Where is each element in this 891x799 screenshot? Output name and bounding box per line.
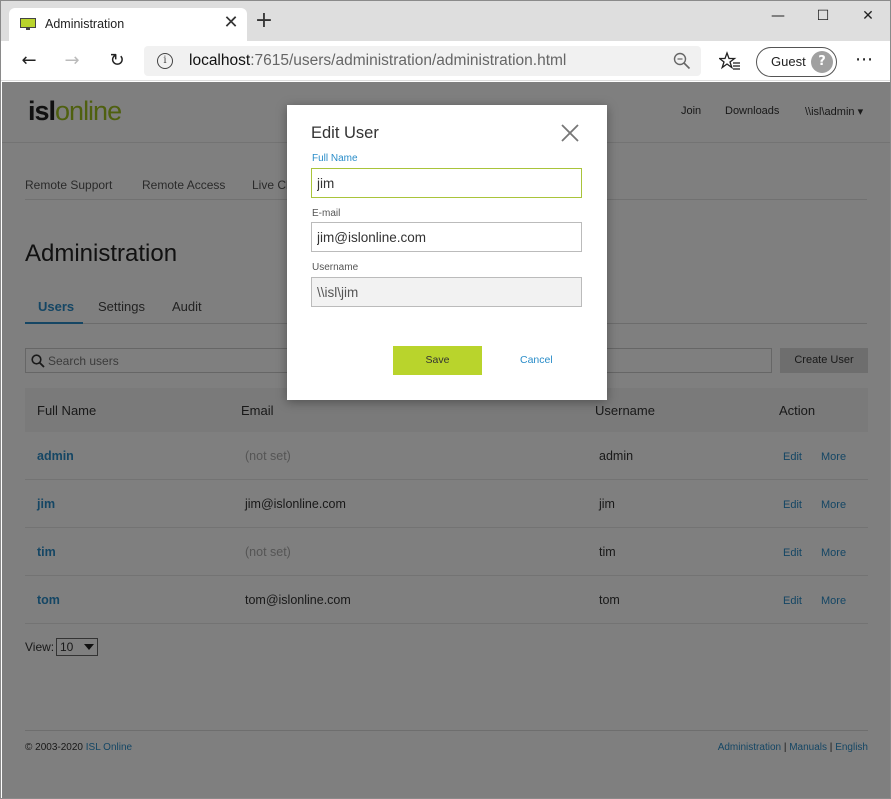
back-arrow-icon[interactable]: ← xyxy=(17,49,41,73)
dialog-title: Edit User xyxy=(311,124,379,142)
browser-window: Administration ✕ + — ☐ ✕ ← → ↻ i localho… xyxy=(0,0,891,799)
refresh-icon[interactable]: ↻ xyxy=(105,49,129,73)
address-bar[interactable]: i localhost:7615/users/administration/ad… xyxy=(144,46,701,76)
avatar-icon: ? xyxy=(811,51,833,73)
maximize-icon[interactable]: ☐ xyxy=(811,8,835,28)
close-icon[interactable] xyxy=(559,122,581,144)
edit-user-dialog: Edit User Full Name E-mail Username Save… xyxy=(287,105,607,400)
email-input[interactable] xyxy=(311,222,582,252)
full-name-input[interactable] xyxy=(311,168,582,198)
username-label: Username xyxy=(312,262,359,273)
more-menu-icon[interactable]: ⋯ xyxy=(853,49,875,73)
forward-arrow-icon[interactable]: → xyxy=(60,49,84,73)
favorites-star-icon[interactable] xyxy=(719,51,741,73)
url-text[interactable]: localhost:7615/users/administration/admi… xyxy=(189,52,566,70)
save-button[interactable]: Save xyxy=(393,346,482,375)
username-input xyxy=(311,277,582,307)
zoom-icon[interactable] xyxy=(673,52,691,70)
new-tab-icon[interactable]: + xyxy=(254,10,274,32)
cancel-button[interactable]: Cancel xyxy=(520,354,553,366)
info-icon[interactable]: i xyxy=(157,53,173,69)
email-label: E-mail xyxy=(312,208,341,219)
close-icon[interactable]: ✕ xyxy=(221,13,241,33)
tab-title: Administration xyxy=(45,17,125,31)
full-name-label: Full Name xyxy=(312,153,358,164)
monitor-icon xyxy=(20,18,36,30)
minimize-icon[interactable]: — xyxy=(766,8,790,28)
address-toolbar: ← → ↻ i localhost:7615/users/administrat… xyxy=(1,41,890,81)
profile-label: Guest xyxy=(771,54,806,69)
browser-tab[interactable]: Administration ✕ xyxy=(9,8,247,41)
window-close-icon[interactable]: ✕ xyxy=(856,8,880,28)
tab-strip: Administration ✕ + — ☐ ✕ xyxy=(1,1,890,41)
profile-button[interactable]: Guest ? xyxy=(756,47,837,77)
